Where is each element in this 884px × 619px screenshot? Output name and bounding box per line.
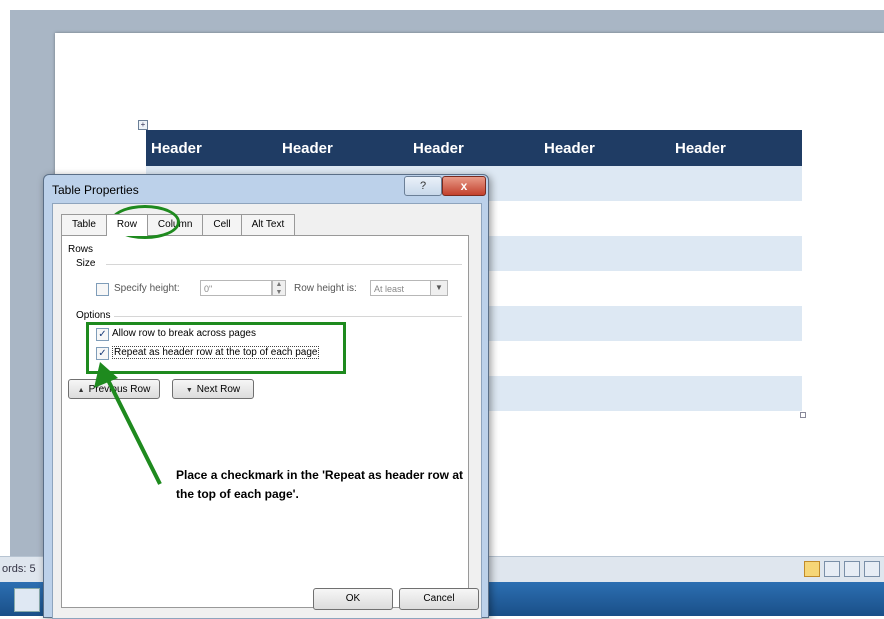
arrow-down-icon: ▼	[185, 387, 193, 394]
size-divider	[106, 264, 462, 265]
row-height-is-label: Row height is:	[294, 283, 357, 294]
outline-view-icon[interactable]	[864, 561, 880, 577]
specify-height-checkbox[interactable]	[96, 283, 109, 296]
tab-table[interactable]: Table	[61, 214, 107, 235]
table-header-cell[interactable]: Header	[146, 140, 277, 157]
dialog-titlebar[interactable]: Table Properties ? x	[44, 175, 488, 201]
size-section-label: Size	[76, 258, 96, 269]
specify-height-input[interactable]: 0"	[200, 280, 272, 296]
arrow-up-icon: ▲	[77, 387, 85, 394]
full-screen-view-icon[interactable]	[824, 561, 840, 577]
row-tab-panel: Rows Size Specify height: 0" ▲ ▼ Row heig…	[61, 235, 469, 608]
dialog-client-area: Table Row Column Cell Alt Text Rows Size…	[52, 203, 482, 619]
previous-row-button[interactable]: ▲ Previous Row	[68, 379, 160, 399]
height-spinner[interactable]: ▲ ▼	[272, 280, 286, 296]
chevron-down-icon[interactable]: ▼	[430, 281, 447, 295]
word-count[interactable]: ords: 5	[2, 563, 36, 575]
ok-button[interactable]: OK	[313, 588, 393, 610]
cancel-button[interactable]: Cancel	[399, 588, 479, 610]
table-header-cell[interactable]: Header	[277, 140, 408, 157]
help-button[interactable]: ?	[404, 176, 442, 196]
table-move-handle-icon[interactable]: +	[138, 120, 148, 130]
previous-row-label: Previous Row	[88, 384, 151, 395]
specify-height-label: Specify height:	[114, 283, 180, 294]
row-height-is-value: At least	[374, 284, 405, 294]
taskbar-app-icon[interactable]	[14, 588, 40, 612]
window-top-strip	[0, 0, 884, 10]
rows-section-label: Rows	[68, 244, 94, 255]
row-height-is-select[interactable]: At least ▼	[370, 280, 448, 296]
table-header-cell[interactable]: Header	[670, 140, 801, 157]
print-layout-view-icon[interactable]	[804, 561, 820, 577]
table-header-row[interactable]: Header Header Header Header Header	[146, 130, 802, 166]
web-layout-view-icon[interactable]	[844, 561, 860, 577]
table-properties-dialog: Table Properties ? x Table Row Column Ce…	[43, 174, 489, 619]
view-buttons	[804, 561, 880, 577]
close-button[interactable]: x	[442, 176, 486, 196]
options-section-label: Options	[76, 310, 111, 321]
tab-row[interactable]: Row	[105, 214, 148, 236]
options-divider	[114, 316, 462, 317]
table-header-cell[interactable]: Header	[408, 140, 539, 157]
annotation-note: Place a checkmark in the 'Repeat as head…	[176, 468, 463, 501]
options-highlight-rectangle	[86, 322, 346, 374]
tab-alt-text[interactable]: Alt Text	[240, 214, 296, 235]
table-resize-handle[interactable]	[800, 412, 806, 418]
next-row-button[interactable]: ▼ Next Row	[172, 379, 254, 399]
tab-cell[interactable]: Cell	[202, 214, 242, 235]
dialog-title: Table Properties	[52, 183, 139, 197]
table-header-cell[interactable]: Header	[539, 140, 670, 157]
next-row-label: Next Row	[196, 384, 241, 395]
